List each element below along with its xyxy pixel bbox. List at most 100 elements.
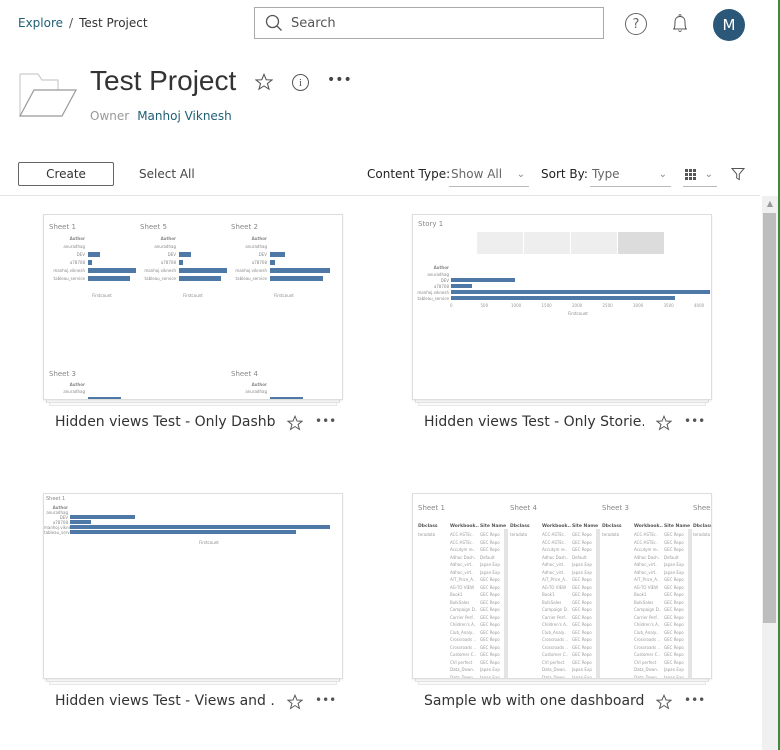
column-header: Dbclass [693,524,712,529]
more-actions-icon[interactable]: ••• [684,693,705,707]
workbook-card[interactable]: Story 1 Author anuradhag DEV a78708 manhoj.vi… [412,214,712,431]
more-actions-icon[interactable]: ••• [315,693,336,707]
folder-icon [18,73,78,117]
site-column: GEC Repo GEC Repo GEC Repo Default Japan… [664,532,684,679]
vertical-scrollbar[interactable]: ▲ [762,196,778,750]
sort-by-label: Sort By: [541,167,588,181]
category-label: DEV [167,252,176,257]
axis-tick: 1500 [541,303,552,308]
view-mode-dropdown[interactable]: ⌄ [683,162,717,187]
workbook-card[interactable]: Sheet 1 Author anuradhag DEV a78708 manhoj.vi… [43,214,343,431]
more-actions-icon[interactable]: ••• [327,72,352,88]
create-button[interactable]: Create [18,162,114,186]
workbook-title[interactable]: Sample wb with one dashboard... [424,693,644,709]
column-header: Site Name [480,524,507,529]
category-label: tableau_service [53,276,85,281]
page-title: Test Project [90,65,237,96]
top-bar: Explore / Test Project ? M [0,0,780,48]
axis-label: Firstcount [274,293,294,298]
user-avatar[interactable]: M [713,9,745,41]
story-point [477,232,524,254]
table-scrollbar [596,529,600,678]
workbook-thumbnail[interactable]: Sheet 1 Dbclass teradata Workbook.. Site Nam… [412,493,712,679]
bar-mark [88,276,131,281]
axis-header: Author [251,382,267,387]
workbook-title[interactable]: Hidden views Test - Views and ... [55,693,275,709]
workbook-title[interactable]: Hidden views Test - Only Dashb... [55,414,275,430]
search-input[interactable] [291,15,591,31]
table-scrollbar [688,529,692,678]
scroll-up-arrow-icon[interactable]: ▲ [762,196,778,212]
bar-mark [270,268,330,273]
category-label: anuradhag [63,389,85,394]
axis-tick: 4000 [694,303,705,308]
breadcrumb-current: Test Project [79,16,148,30]
favorite-star-icon[interactable] [287,694,303,710]
breadcrumb-explore[interactable]: Explore [18,16,63,30]
workbook-card[interactable]: Sheet 1 Dbclass teradata Workbook.. Site Nam… [412,493,712,710]
cell-value: teradata [693,532,711,537]
select-all-button[interactable]: Select All [139,167,195,181]
more-actions-icon[interactable]: ••• [684,414,705,428]
favorite-star-icon[interactable] [287,415,303,431]
axis-label: Firstcount [92,293,112,298]
category-label: DEV [258,252,267,257]
chevron-down-icon: ⌄ [516,168,525,180]
favorite-star-icon[interactable] [656,415,672,431]
notifications-bell-icon[interactable] [668,12,692,36]
table-scrollbar [504,529,508,678]
axis-tick: 1000 [511,303,522,308]
workbook-column: ACC-ASTEr.. ACC-ASTEr.. Accutym re.. Adh… [450,532,478,679]
category-label: manhoj.viknesh [417,290,449,295]
favorite-star-icon[interactable] [255,73,273,91]
workbook-card[interactable]: Sheet 1 Author anuradhag DEV a78708 manhoj.vi… [43,493,343,710]
sheet-title: Sheet 2 [231,223,258,231]
workbook-column: ACC-ASTEr.. ACC-ASTEr.. Accutym re.. Adh… [542,532,570,679]
sort-by-dropdown[interactable]: Type ⌄ [590,162,671,187]
workbook-thumbnail[interactable]: Sheet 1 Author anuradhag DEV a78708 manhoj.vi… [43,214,343,400]
more-actions-icon[interactable]: ••• [315,414,336,428]
category-label: a78708 [69,260,85,265]
content-toolbar: Create Select All Content Type: Show All… [0,158,760,196]
bar-mark [88,260,92,265]
column-header: Workbook.. [542,524,571,529]
sheet-title: Sheet 4 [510,504,537,512]
search-icon [265,14,282,31]
content-type-dropdown[interactable]: Show All ⌄ [449,162,529,187]
axis-header: Author [433,265,449,270]
axis-tick: 0 [450,303,453,308]
site-column: GEC Repo GEC Repo GEC Repo Default Japan… [572,532,592,679]
project-header: Test Project i ••• Owner Manhoj Viknesh [0,60,760,140]
scrollbar-thumb[interactable] [763,213,776,623]
workbook-title[interactable]: Hidden views Test - Only Storie... [424,414,644,430]
help-icon[interactable]: ? [625,13,647,35]
axis-header: Author [160,236,176,241]
category-label: anuradhag [427,272,449,277]
chevron-down-icon: ⌄ [704,168,713,180]
bar-mark [179,260,183,265]
content-type-value: Show All [451,167,503,181]
info-icon[interactable]: i [292,74,309,91]
bar-mark [179,268,227,273]
sheet-title: Sheet 5 [140,223,167,231]
bar-mark [451,296,676,300]
axis-tick: 500 [480,303,489,308]
sheet-title: Sheet 1 [49,223,76,231]
bar-mark [451,290,710,294]
filter-funnel-icon[interactable] [731,167,745,181]
bar-mark [88,397,121,399]
favorite-star-icon[interactable] [656,694,672,710]
axis-header: Author [69,382,85,387]
category-label: DEV [440,278,449,283]
cell-value: teradata [510,532,528,537]
bar-mark [270,252,285,257]
bar-mark [270,260,275,265]
cell-value: teradata [602,532,620,537]
workbook-thumbnail[interactable]: Sheet 1 Author anuradhag DEV a78708 manhoj.vi… [43,493,343,679]
chevron-down-icon: ⌄ [658,168,667,180]
owner-name-link[interactable]: Manhoj Viknesh [137,109,231,123]
workbook-thumbnail[interactable]: Story 1 Author anuradhag DEV a78708 manhoj.vi… [412,214,712,400]
axis-tick: 2000 [572,303,583,308]
search-box[interactable] [254,7,604,39]
bar-mark [88,268,136,273]
